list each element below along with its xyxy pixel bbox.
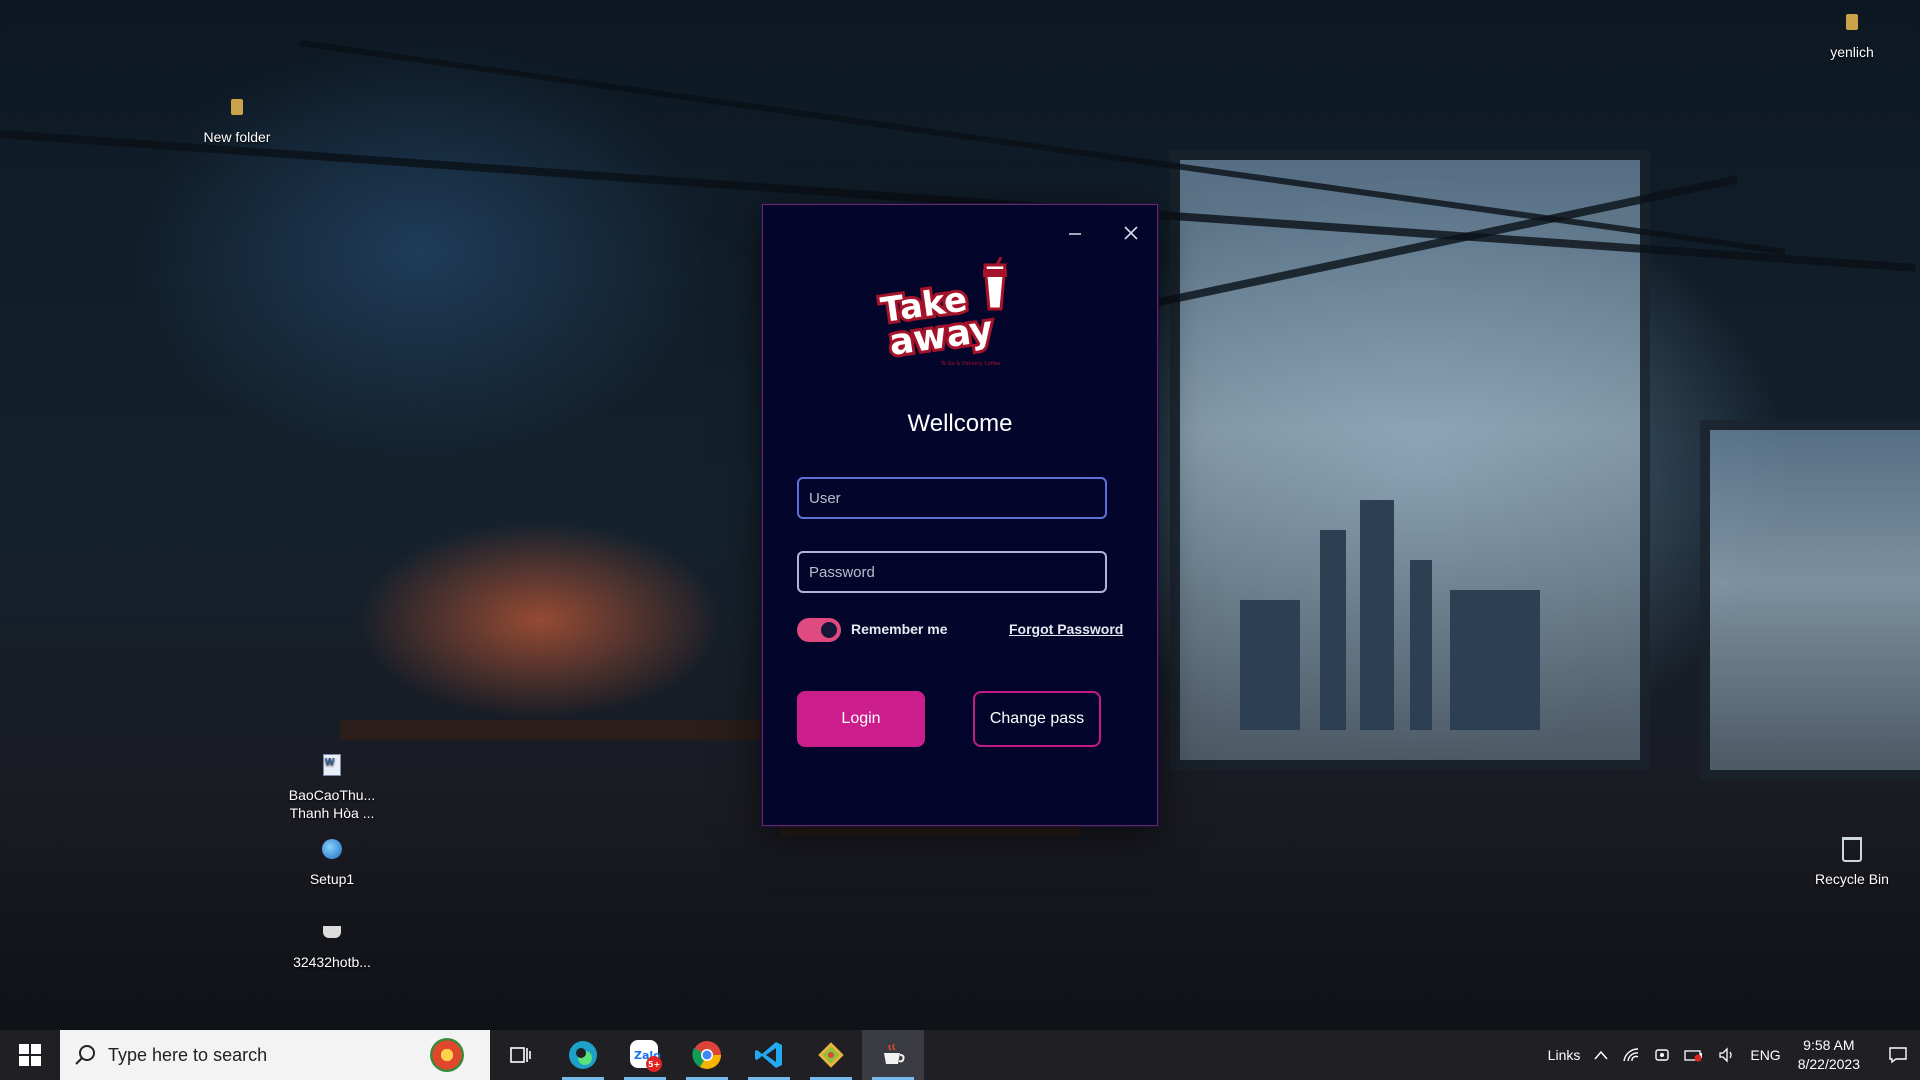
speaker-icon	[1719, 1047, 1733, 1063]
edge-icon	[569, 1041, 597, 1069]
desktop-icon-baocao[interactable]: BaoCaoThu... Thanh Hòa ...	[277, 748, 387, 822]
password-field[interactable]	[797, 551, 1107, 593]
chevron-up-icon	[1594, 1050, 1608, 1060]
task-view-icon	[510, 1047, 531, 1063]
battery-icon	[1684, 1050, 1703, 1062]
login-button[interactable]: Login	[797, 691, 925, 747]
svg-text:5+: 5+	[648, 1060, 660, 1069]
forgot-password-link[interactable]: Forgot Password	[1009, 621, 1123, 637]
clock-time: 9:58 AM	[1803, 1037, 1855, 1053]
task-view-button[interactable]	[490, 1030, 552, 1080]
svg-text:To Go & Delivery Coffee: To Go & Delivery Coffee	[940, 361, 1000, 367]
vscode-icon	[755, 1042, 782, 1068]
desktop-icon-new-folder[interactable]: New folder	[182, 90, 292, 146]
taskbar-edge[interactable]	[552, 1030, 614, 1080]
search-icon	[75, 1045, 95, 1065]
taskbar-clock[interactable]: 9:58 AM 8/22/2023	[1798, 1036, 1860, 1074]
change-password-button[interactable]: Change pass	[973, 691, 1101, 747]
zalo-icon: Zalo 5+	[630, 1040, 662, 1072]
taskbar-vscode[interactable]	[738, 1030, 800, 1080]
word-document-icon	[315, 748, 349, 782]
takeaway-logo: Take away To Go & Delivery Coffee	[875, 257, 1007, 367]
minimize-button[interactable]	[1061, 219, 1089, 247]
action-center-button[interactable]	[1876, 1030, 1920, 1080]
recycle-bin-icon	[1835, 832, 1869, 866]
folder-icon	[220, 90, 254, 124]
minimize-icon	[1069, 233, 1081, 235]
network-button[interactable]	[1622, 1047, 1640, 1063]
start-button[interactable]	[0, 1030, 60, 1080]
search-highlight-icon	[430, 1038, 464, 1072]
volume-button[interactable]	[1718, 1047, 1736, 1063]
clock-date: 8/22/2023	[1797, 1056, 1860, 1072]
language-indicator[interactable]: ENG	[1750, 1047, 1780, 1063]
notification-icon	[1889, 1047, 1907, 1064]
wifi-icon	[1623, 1048, 1639, 1062]
camera-icon	[1655, 1049, 1670, 1061]
username-field[interactable]	[797, 477, 1107, 519]
show-hidden-icons-button[interactable]	[1594, 1050, 1608, 1060]
system-tray: Links ENG 9:58 AM 8/22/2023	[1541, 1030, 1920, 1080]
windows-icon	[19, 1044, 41, 1066]
links-toolbar[interactable]: Links	[1548, 1047, 1581, 1063]
taskbar-chrome[interactable]	[676, 1030, 738, 1080]
battery-button[interactable]	[1684, 1048, 1704, 1062]
desktop-icon-hotb[interactable]: 32432hotb...	[277, 915, 387, 971]
remember-me-label: Remember me	[851, 621, 948, 637]
close-icon	[1124, 226, 1138, 240]
welcome-title: Wellcome	[907, 410, 1013, 437]
search-placeholder: Type here to search	[108, 1044, 268, 1065]
desktop-icon-recycle-bin[interactable]: Recycle Bin	[1797, 832, 1907, 888]
setup-icon	[315, 832, 349, 866]
meet-now-button[interactable]	[1654, 1047, 1670, 1063]
toggle-knob	[821, 622, 837, 638]
chrome-icon	[692, 1041, 721, 1069]
java-cup-icon	[315, 915, 349, 949]
taskbar-search[interactable]: Type here to search	[60, 1030, 490, 1080]
remember-me-toggle[interactable]	[797, 618, 841, 642]
close-button[interactable]	[1117, 219, 1145, 247]
java-cup-icon	[884, 1043, 905, 1064]
desktop-icon-setup1[interactable]: Setup1	[277, 832, 387, 888]
login-window: Take away To Go & Delivery Coffee Wellco…	[762, 204, 1158, 826]
folder-icon	[1835, 5, 1869, 39]
taskbar-zalo[interactable]: Zalo 5+	[614, 1030, 676, 1080]
taskbar: Type here to search Zalo 5+ Links ENG 9:…	[0, 1030, 1920, 1080]
git-icon	[818, 1042, 844, 1068]
taskbar-git[interactable]	[800, 1030, 862, 1080]
desktop-icon-yenlich[interactable]: yenlich	[1797, 5, 1907, 61]
taskbar-java-app[interactable]	[862, 1030, 924, 1080]
